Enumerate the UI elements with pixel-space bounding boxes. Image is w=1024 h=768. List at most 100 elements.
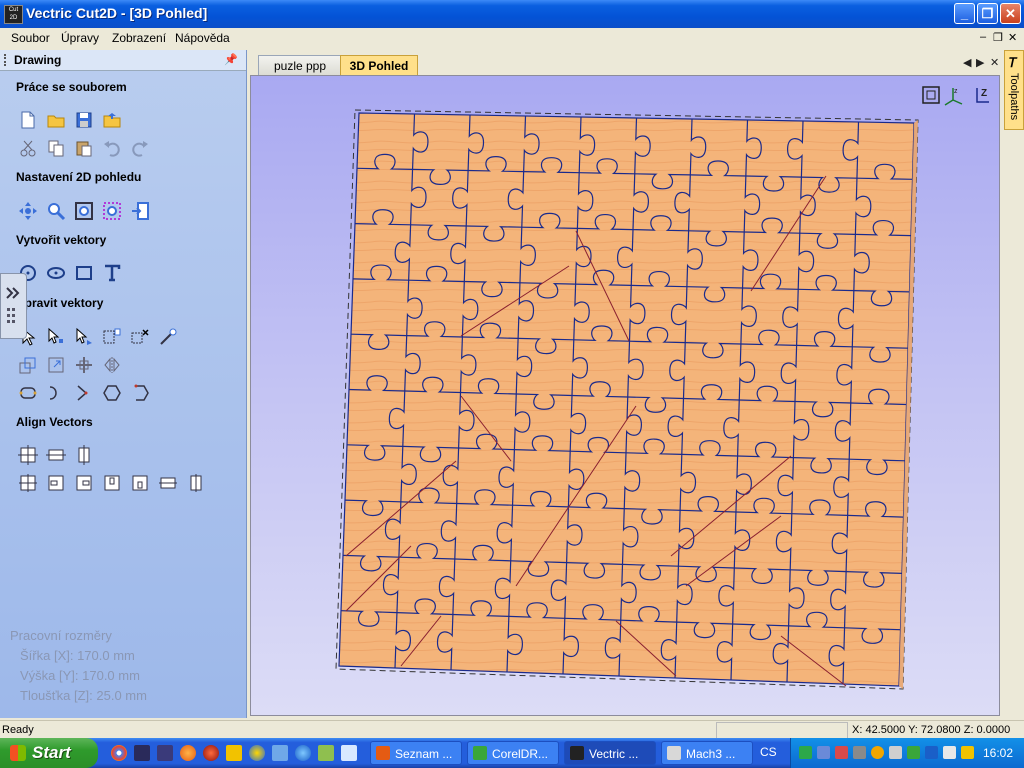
resize-icon[interactable] — [45, 354, 67, 376]
tab-next-icon[interactable]: ▶ — [976, 56, 984, 69]
fillet-icon[interactable] — [17, 382, 39, 404]
new-file-icon[interactable] — [17, 109, 39, 131]
menu-upravy[interactable]: Úpravy — [61, 31, 99, 45]
tray-device-icon[interactable] — [853, 746, 866, 759]
panel-header: Drawing 📌 — [0, 50, 246, 71]
tray-bluetooth-icon[interactable] — [925, 746, 938, 759]
app-quicklaunch-icon[interactable] — [134, 745, 150, 761]
scale-icon[interactable] — [17, 354, 39, 376]
transform-icon[interactable] — [73, 326, 95, 348]
cut2d-task-icon — [570, 746, 584, 760]
tab-prev-icon[interactable]: ◀ — [963, 56, 971, 69]
draw-ellipse-icon[interactable] — [45, 262, 67, 284]
zoom-icon[interactable] — [45, 200, 67, 222]
firefox-icon[interactable] — [180, 745, 196, 761]
align-center-horizontal-icon[interactable] — [45, 444, 67, 466]
mirror-icon[interactable] — [101, 354, 123, 376]
tray-safely-remove-icon[interactable] — [943, 746, 956, 759]
align-right-icon[interactable] — [73, 472, 95, 494]
node-edit-icon[interactable] — [45, 326, 67, 348]
zoom-selection-icon[interactable] — [101, 200, 123, 222]
align-left-icon[interactable] — [45, 472, 67, 494]
extend-icon[interactable] — [73, 382, 95, 404]
draw-text-icon[interactable] — [101, 262, 123, 284]
close-button[interactable]: ✕ — [1000, 3, 1021, 24]
task-vectric[interactable]: Vectric ... — [564, 741, 656, 765]
svg-text:z: z — [954, 88, 958, 95]
task-mach3[interactable]: Mach3 ... — [661, 741, 753, 765]
ie-icon[interactable] — [295, 745, 311, 761]
section-create: Vytvořit vektory — [16, 233, 107, 247]
task-coreldraw[interactable]: CorelDR... — [467, 741, 559, 765]
tray-network-icon[interactable] — [799, 746, 812, 759]
tab-close-icon[interactable]: ✕ — [990, 56, 999, 69]
restore-button[interactable]: ❐ — [977, 3, 998, 24]
drag-grip-icon[interactable] — [4, 54, 8, 66]
align-top-icon[interactable] — [101, 472, 123, 494]
toolpaths-tab[interactable]: 𝑇 Toolpaths — [1004, 50, 1024, 130]
distribute-horizontal-icon[interactable] — [157, 472, 179, 494]
tray-antivirus-icon[interactable] — [835, 746, 848, 759]
app-quicklaunch-icon-2[interactable] — [157, 745, 173, 761]
menu-soubor[interactable]: Soubor — [11, 31, 50, 45]
svg-text:Z: Z — [981, 88, 987, 99]
zoom-fit-icon[interactable] — [922, 86, 940, 104]
tab-puzle[interactable]: puzle ppp — [258, 55, 342, 75]
globe-icon[interactable] — [318, 745, 334, 761]
pin-icon[interactable]: 📌 — [224, 53, 238, 66]
redo-icon[interactable] — [129, 137, 151, 159]
tab-3d-view[interactable]: 3D Pohled — [340, 55, 418, 75]
panel-toggle-handle[interactable] — [0, 273, 27, 339]
align-center-icon[interactable] — [17, 444, 39, 466]
paste-icon[interactable] — [73, 137, 95, 159]
group-icon[interactable] — [101, 326, 123, 348]
app-icon[interactable]: Cut 2D — [4, 5, 23, 24]
title-bar: Cut 2D Vectric Cut2D - [3D Pohled] _ ❐ ✕ — [0, 0, 1024, 28]
import-icon[interactable] — [101, 109, 123, 131]
ungroup-icon[interactable] — [129, 326, 151, 348]
measure-icon[interactable] — [157, 326, 179, 348]
mdi-restore-icon[interactable]: ❐ — [993, 31, 1003, 44]
tray-monitor-icon[interactable] — [817, 746, 830, 759]
explorer-icon[interactable] — [272, 745, 288, 761]
sheet-view-icon[interactable] — [129, 200, 151, 222]
media-icon[interactable] — [203, 745, 219, 761]
open-file-icon[interactable] — [45, 109, 67, 131]
undo-icon[interactable] — [101, 137, 123, 159]
chrome-icon[interactable] — [111, 745, 127, 761]
menu-zobrazeni[interactable]: Zobrazení — [112, 31, 166, 45]
align-all-center-icon[interactable] — [17, 472, 39, 494]
tray-volume-icon[interactable] — [889, 746, 902, 759]
copy-icon[interactable] — [45, 137, 67, 159]
desktop-icon[interactable] — [341, 745, 357, 761]
align-bottom-icon[interactable] — [129, 472, 151, 494]
top-view-icon[interactable]: Z — [976, 88, 989, 103]
tool-icon[interactable] — [226, 745, 242, 761]
trim-icon[interactable] — [45, 382, 67, 404]
menu-napoveda[interactable]: Nápověda — [175, 31, 230, 45]
mdi-minimize-icon[interactable]: – — [980, 31, 986, 43]
tray-notify-icon[interactable] — [961, 746, 974, 759]
cut-icon[interactable] — [17, 137, 39, 159]
firefox-task-icon — [376, 746, 390, 760]
tray-shield-icon[interactable] — [907, 746, 920, 759]
mdi-close-icon[interactable]: ✕ — [1008, 31, 1017, 44]
dimension-thickness: Tloušťka [Z]: 25.0 mm — [20, 688, 147, 703]
move-icon[interactable] — [73, 354, 95, 376]
close-vector-icon[interactable] — [129, 382, 151, 404]
save-icon[interactable] — [73, 109, 95, 131]
start-button[interactable]: Start — [0, 738, 98, 768]
distribute-vertical-icon[interactable] — [185, 472, 207, 494]
align-center-vertical-icon[interactable] — [73, 444, 95, 466]
draw-rectangle-icon[interactable] — [73, 262, 95, 284]
iso-view-icon[interactable]: z — [944, 88, 963, 106]
language-indicator[interactable]: CS — [760, 745, 777, 759]
task-seznam[interactable]: Seznam ... — [370, 741, 462, 765]
minimize-button[interactable]: _ — [954, 3, 975, 24]
3d-viewport[interactable]: z Z — [250, 75, 1000, 716]
tray-update-icon[interactable] — [871, 746, 884, 759]
join-icon[interactable] — [101, 382, 123, 404]
zoom-extents-icon[interactable] — [73, 200, 95, 222]
pan-icon[interactable] — [17, 200, 39, 222]
player-icon[interactable] — [249, 745, 265, 761]
